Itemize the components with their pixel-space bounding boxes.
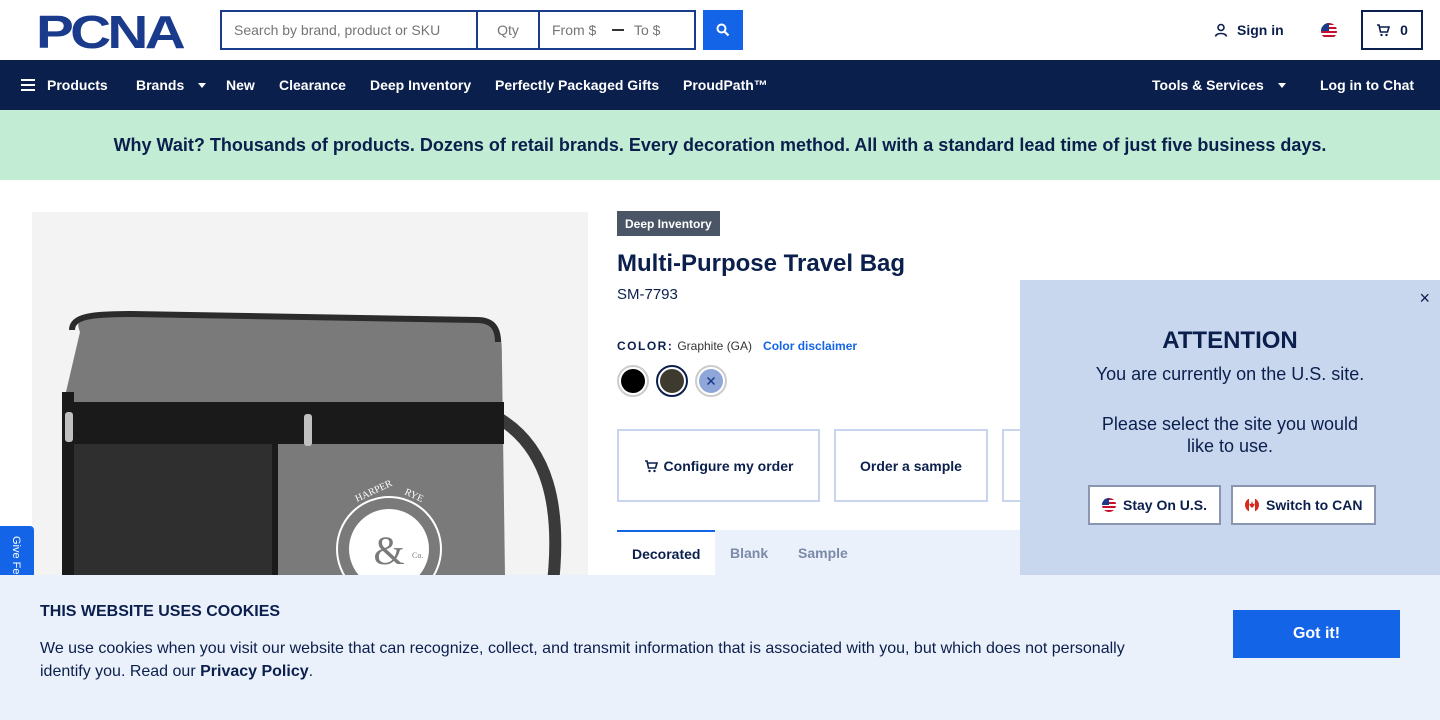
color-value: Graphite (GA) [677, 339, 753, 353]
color-swatch-graphite[interactable] [656, 365, 688, 397]
product-sku: SM-7793 [617, 286, 678, 303]
promo-banner: Why Wait? Thousands of products. Dozens … [0, 110, 1440, 180]
cart-button[interactable]: 0 [1361, 10, 1423, 50]
bag-print-sub: Co. [412, 551, 423, 560]
cart-count: 0 [1400, 22, 1408, 38]
nav-clearance-label: Clearance [279, 77, 346, 93]
swatch-dot [660, 369, 684, 393]
configure-order-button[interactable]: Configure my order [617, 429, 820, 502]
nav-brands-label: Brands [136, 77, 185, 93]
us-flag-icon [1102, 498, 1116, 512]
swatch-dot [699, 369, 723, 393]
tab-decorated-label: Decorated [632, 546, 701, 562]
nav-deep-inventory[interactable]: Deep Inventory [370, 77, 471, 93]
pcna-logo[interactable]: PCNA [36, 12, 184, 50]
color-disclaimer-link[interactable]: Color disclaimer [763, 339, 857, 353]
close-icon[interactable]: × [1419, 288, 1430, 309]
cookie-title: THIS WEBSITE USES COOKIES [40, 603, 281, 620]
attention-select-site-text: Please select the site you would like to… [1101, 414, 1359, 456]
nav-products-label: Products [47, 77, 108, 93]
unavailable-x-icon [706, 376, 716, 386]
nav-proudpath[interactable]: ProudPath™ [683, 77, 768, 93]
cart-icon [644, 459, 658, 472]
canada-flag-icon [1245, 498, 1259, 512]
main-nav: Products Brands New Clearance Deep Inven… [0, 60, 1440, 110]
order-sample-label: Order a sample [860, 457, 962, 474]
chevron-down-icon [1277, 82, 1286, 88]
qty-input[interactable] [478, 12, 540, 48]
price-to-input[interactable] [626, 12, 694, 48]
stay-on-us-button[interactable]: Stay On U.S. [1088, 485, 1222, 525]
site-selection-modal: × ATTENTION You are currently on the U.S… [1020, 280, 1440, 576]
switch-to-can-label: Switch to CAN [1266, 497, 1363, 513]
attention-current-site-text: You are currently on the U.S. site. [1095, 364, 1365, 384]
menu-icon [21, 79, 35, 91]
color-row: COLOR: Graphite (GA) Color disclaimer [617, 339, 857, 353]
nav-tools-services[interactable]: Tools & Services [1152, 77, 1286, 93]
chevron-down-icon [198, 82, 207, 88]
price-from-input[interactable] [540, 12, 610, 48]
nav-deep-inventory-label: Deep Inventory [370, 77, 472, 93]
price-range-dash [612, 29, 624, 31]
cart-icon [1377, 24, 1391, 37]
tab-blank[interactable]: Blank [715, 530, 783, 576]
cookie-period: . [308, 663, 314, 680]
color-label: COLOR: [617, 339, 674, 353]
nav-tools-label: Tools & Services [1152, 77, 1264, 93]
got-it-button[interactable]: Got it! [1233, 610, 1400, 658]
search-button[interactable] [703, 10, 743, 50]
tab-decorated[interactable]: Decorated [617, 530, 715, 576]
swatch-dot [621, 369, 645, 393]
nav-perfectly-packaged-gifts[interactable]: Perfectly Packaged Gifts [495, 77, 659, 93]
nav-gifts-label: Perfectly Packaged Gifts [495, 77, 660, 93]
site-header: PCNA Sign in [0, 0, 1440, 60]
search-input[interactable] [222, 12, 478, 48]
promo-banner-text: Why Wait? Thousands of products. Dozens … [113, 134, 1327, 155]
search-bar [220, 10, 696, 50]
nav-products[interactable]: Products [21, 77, 108, 93]
nav-proudpath-label: ProudPath™ [683, 77, 768, 93]
color-swatch-black[interactable] [617, 365, 649, 397]
stay-on-us-label: Stay On U.S. [1123, 497, 1208, 513]
cookie-banner: THIS WEBSITE USES COOKIES We use cookies… [0, 575, 1440, 720]
product-title: Multi-Purpose Travel Bag [617, 250, 906, 277]
cookie-text: We use cookies when you visit our websit… [40, 637, 1140, 683]
nav-new-label: New [226, 77, 255, 93]
us-flag-icon[interactable] [1321, 23, 1337, 39]
nav-clearance[interactable]: Clearance [279, 77, 346, 93]
svg-text:PCNA: PCNA [36, 12, 184, 50]
color-swatch-unavailable[interactable] [695, 365, 727, 397]
sign-in-label: Sign in [1237, 22, 1284, 38]
sign-in-menu[interactable]: Sign in [1214, 22, 1284, 38]
deep-inventory-badge: Deep Inventory [617, 211, 720, 236]
switch-to-can-button[interactable]: Switch to CAN [1231, 485, 1377, 525]
order-sample-button[interactable]: Order a sample [834, 429, 988, 502]
bag-print-ampersand: & [373, 528, 404, 573]
nav-log-in-to-chat[interactable]: Log in to Chat [1320, 77, 1414, 93]
search-icon [716, 23, 730, 37]
tab-sample-label: Sample [798, 545, 848, 561]
configure-order-label: Configure my order [663, 457, 794, 474]
price-range [540, 12, 694, 48]
nav-chat-label: Log in to Chat [1320, 77, 1415, 93]
tab-blank-label: Blank [730, 545, 769, 561]
privacy-policy-link[interactable]: Privacy Policy [200, 663, 309, 680]
tab-sample[interactable]: Sample [783, 530, 863, 576]
user-icon [1214, 23, 1228, 37]
nav-new[interactable]: New [226, 77, 255, 93]
nav-brands[interactable]: Brands [136, 77, 207, 93]
attention-title: ATTENTION [1162, 327, 1298, 354]
